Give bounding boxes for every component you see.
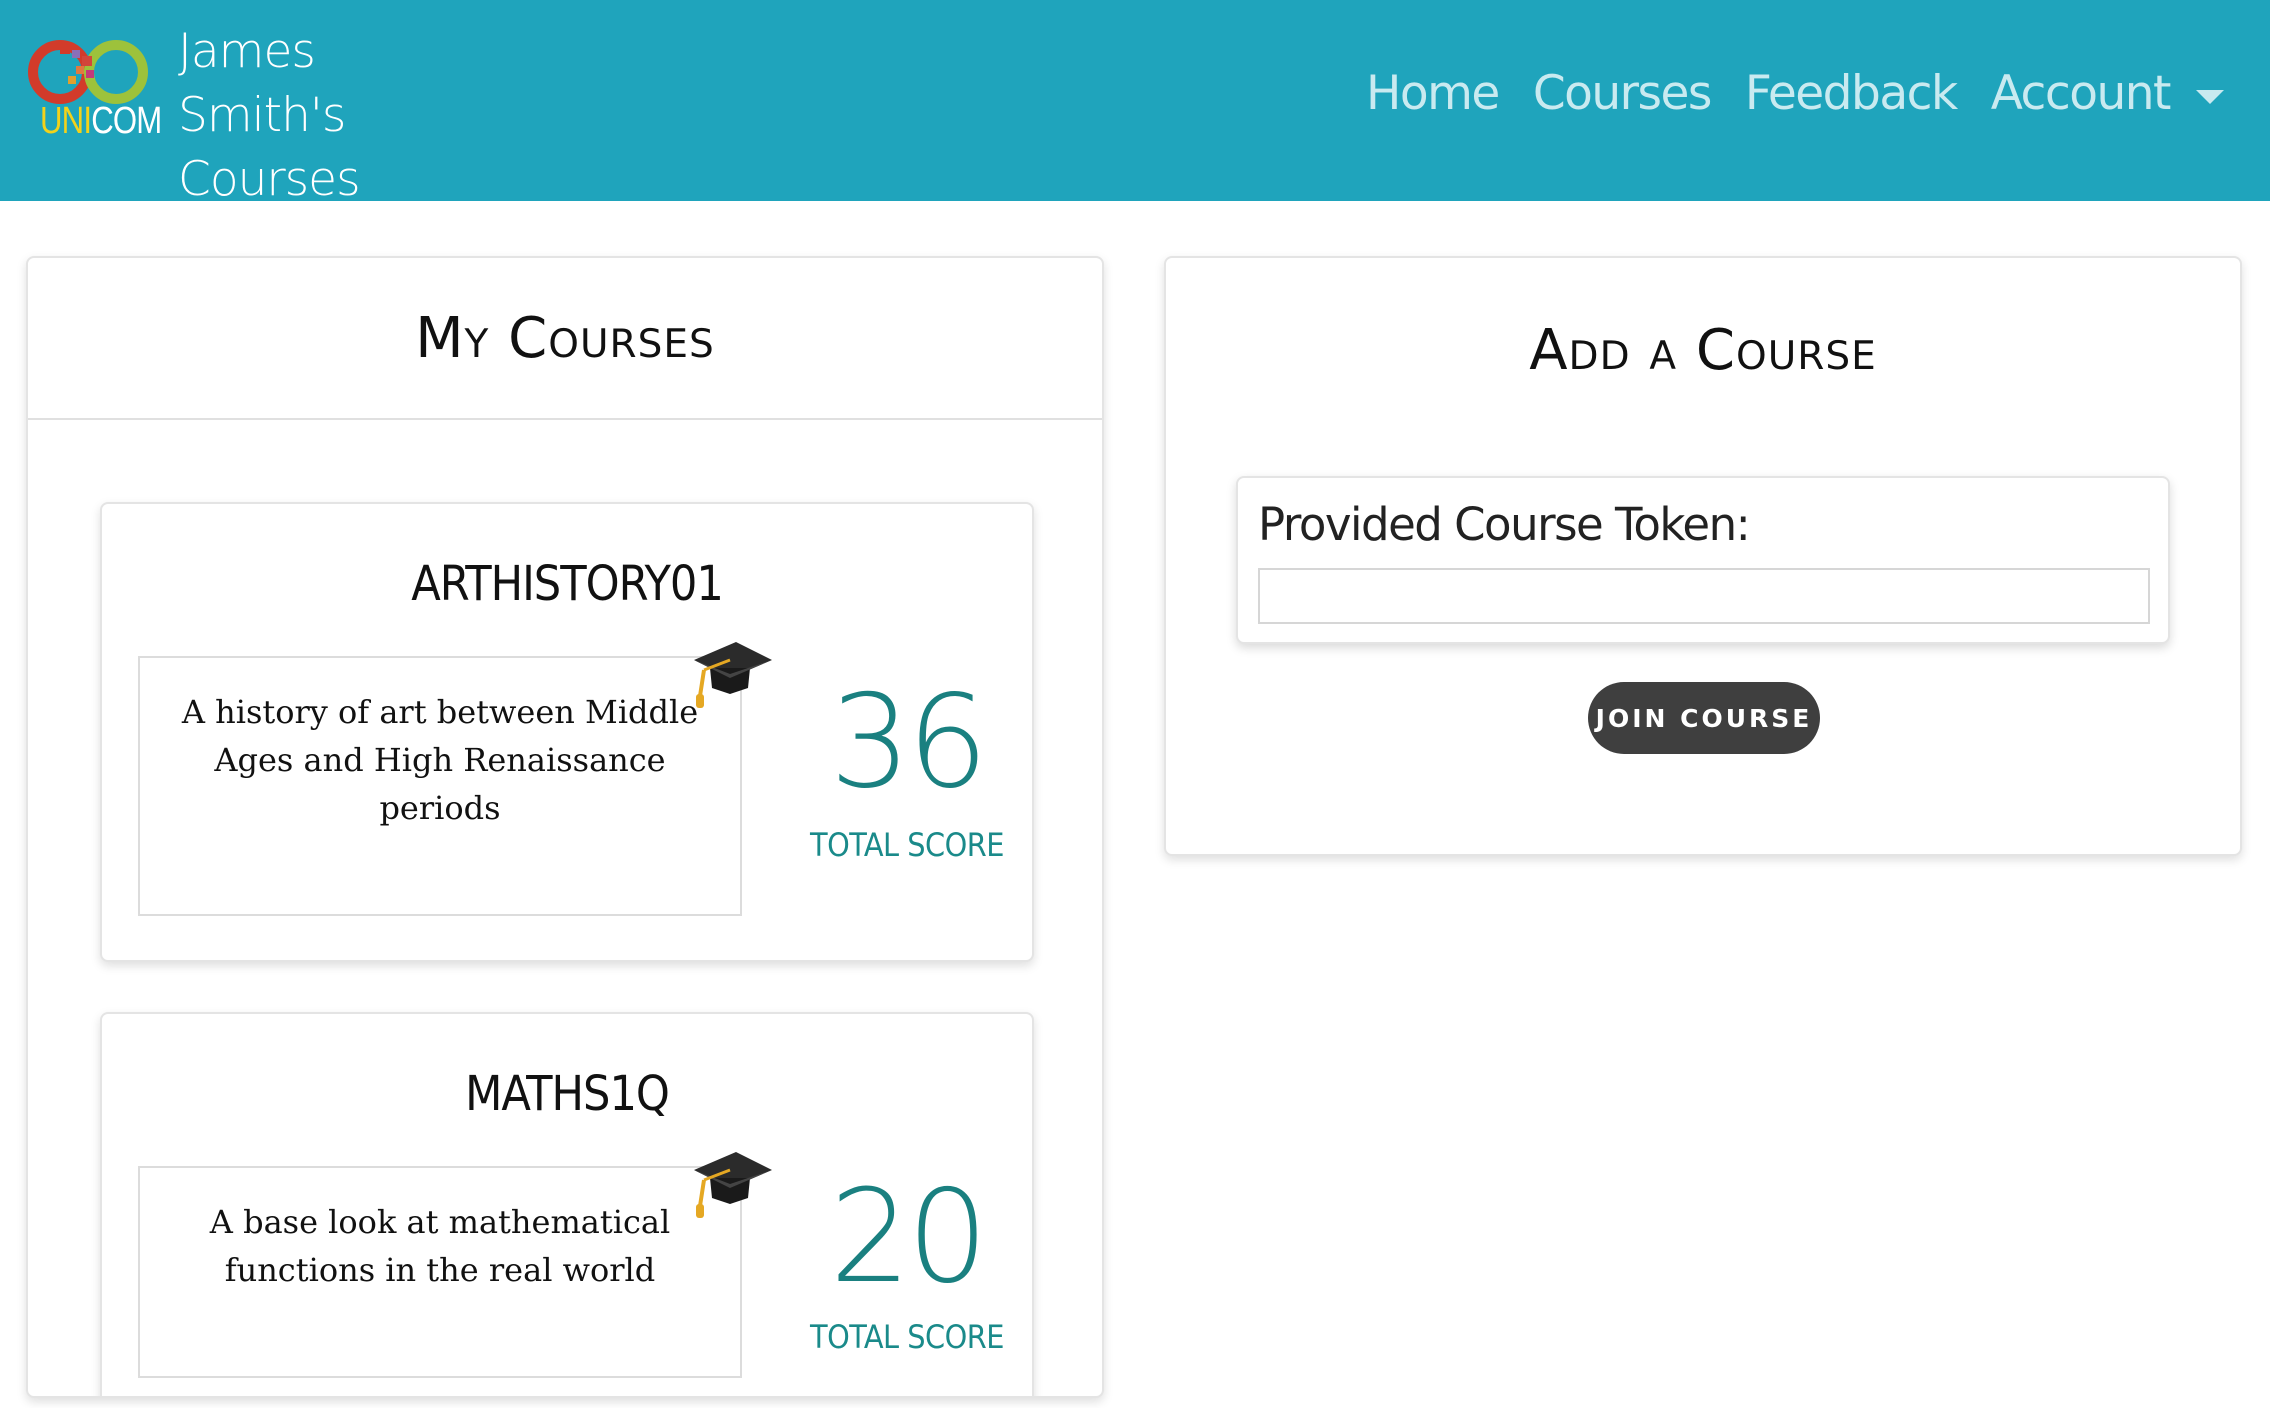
nav-account[interactable]: Account	[1991, 66, 2172, 121]
nav-home[interactable]: Home	[1366, 66, 1500, 121]
course-token-label: Provided Course Token:	[1258, 498, 1751, 551]
nav-feedback[interactable]: Feedback	[1745, 66, 1958, 121]
chevron-down-icon[interactable]	[2196, 89, 2224, 104]
logo-com-text: COM	[91, 100, 162, 142]
my-courses-header: My Courses	[28, 258, 1102, 420]
logo-text: UNICOM	[40, 100, 162, 143]
logo-uni-text: UNI	[40, 100, 92, 142]
course-description-box: A base look at mathematical functions in…	[138, 1166, 742, 1378]
course-token-input[interactable]	[1258, 568, 2150, 624]
my-courses-title: My Courses	[415, 305, 715, 371]
join-course-button[interactable]: JOIN COURSE	[1588, 682, 1820, 754]
course-card[interactable]: MATHS1Q A base look at mathematical func…	[100, 1012, 1034, 1396]
course-name: MATHS1Q	[465, 1066, 670, 1122]
add-course-title: Add a Course	[1529, 318, 1877, 383]
course-description: A base look at mathematical functions in…	[209, 1203, 671, 1289]
nav-links: Home Courses Feedback Account	[1332, 66, 2224, 121]
nav-courses[interactable]: Courses	[1533, 66, 1713, 121]
total-score-value: 20	[829, 1163, 989, 1312]
navbar: UNICOM James Smith's Courses Home Course…	[0, 0, 2270, 207]
total-score-label: TOTAL SCORE	[810, 826, 1004, 864]
course-name: ARTHISTORY01	[411, 556, 724, 612]
my-courses-panel: My Courses ARTHISTORY01 A history of art…	[26, 256, 1104, 1398]
course-description: A history of art between Middle Ages and…	[181, 693, 699, 827]
brand-title[interactable]: James Smith's Courses	[178, 20, 478, 212]
unicom-logo[interactable]: UNICOM	[24, 36, 162, 148]
total-score-label: TOTAL SCORE	[810, 1318, 1004, 1356]
total-score-value: 36	[829, 668, 989, 817]
course-card[interactable]: ARTHISTORY01 A history of art between Mi…	[100, 502, 1034, 962]
course-token-card: Provided Course Token:	[1236, 476, 2170, 644]
add-course-panel: Add a Course Provided Course Token: JOIN…	[1164, 256, 2242, 856]
logo-rings-icon	[28, 40, 148, 104]
graduation-cap-icon	[694, 1152, 772, 1218]
graduation-cap-icon	[694, 642, 772, 708]
course-description-box: A history of art between Middle Ages and…	[138, 656, 742, 916]
